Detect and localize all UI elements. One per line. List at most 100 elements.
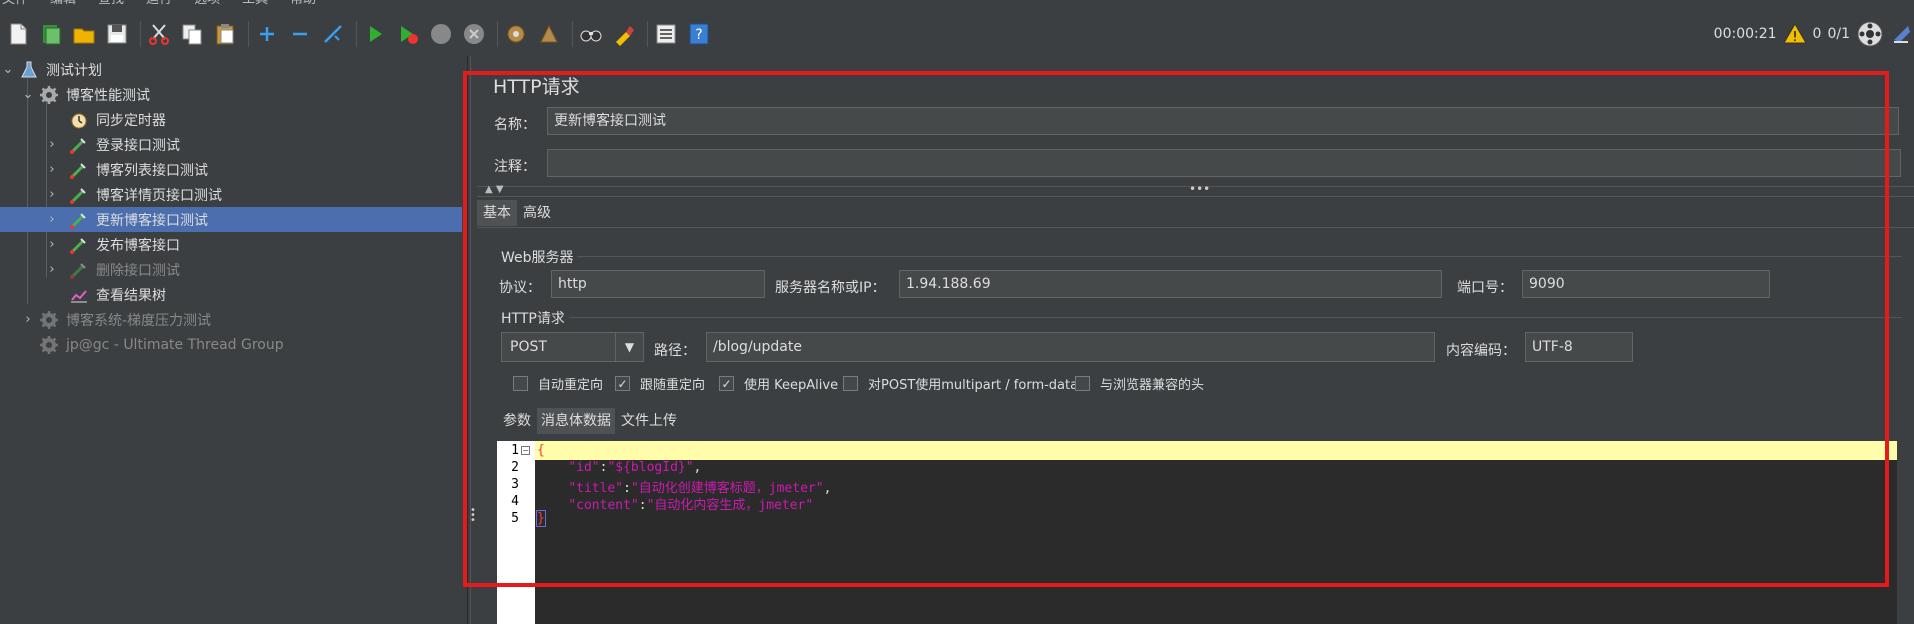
menu-tools[interactable]: 工具 xyxy=(242,0,268,11)
tree-item[interactable]: 同步定时器 xyxy=(0,107,462,132)
collapse-arrows[interactable]: ▲ ▼ xyxy=(485,184,504,195)
checkbox-box[interactable] xyxy=(843,376,858,391)
tree-splitter[interactable] xyxy=(467,56,471,624)
tab-advanced[interactable]: 高级 xyxy=(517,200,557,226)
tree-item[interactable]: › 删除接口测试 xyxy=(0,257,462,282)
tree-item-label: 删除接口测试 xyxy=(96,262,180,279)
sampler-icon xyxy=(68,210,90,230)
tree-item[interactable]: ⌄ 测试计划 xyxy=(0,57,462,82)
chevron-right-icon[interactable]: › xyxy=(44,162,60,177)
protocol-label: 协议： xyxy=(499,280,541,296)
clear-icon[interactable] xyxy=(502,20,530,48)
toolbar-separator xyxy=(248,21,249,47)
menu-file[interactable]: 文件 xyxy=(2,0,28,11)
follow-redirect-checkbox[interactable]: ✓ 跟随重定向 xyxy=(615,374,705,393)
server-field[interactable]: 1.94.188.69 xyxy=(899,270,1442,298)
port-field[interactable]: 9090 xyxy=(1522,270,1770,298)
paste-icon[interactable] xyxy=(211,20,239,48)
fold-toggle-icon[interactable]: − xyxy=(521,446,530,455)
warning-count: 0 xyxy=(1812,26,1822,42)
path-field[interactable]: /blog/update xyxy=(706,332,1435,362)
tab-file-upload[interactable]: 文件上传 xyxy=(617,408,681,434)
checkbox-label: 与浏览器兼容的头 xyxy=(1100,378,1205,393)
comment-field[interactable] xyxy=(547,149,1901,177)
keepalive-checkbox[interactable]: ✓ 使用 KeepAlive xyxy=(719,374,838,393)
tree-item[interactable]: › 登录接口测试 xyxy=(0,132,462,157)
templates-icon[interactable] xyxy=(37,20,65,48)
name-field[interactable]: 更新博客接口测试 xyxy=(547,107,1899,135)
encoding-field[interactable]: UTF-8 xyxy=(1525,332,1633,362)
timer-icon xyxy=(68,110,90,130)
tree-item[interactable]: 查看结果树 xyxy=(0,282,462,307)
tree-item[interactable]: › 发布博客接口 xyxy=(0,232,462,257)
chevron-right-icon[interactable]: › xyxy=(44,237,60,252)
open-icon[interactable] xyxy=(70,20,98,48)
chevron-right-icon[interactable]: › xyxy=(44,212,60,227)
new-icon[interactable] xyxy=(4,20,32,48)
toggle-icon[interactable] xyxy=(319,20,347,48)
menu-edit[interactable]: 编辑 xyxy=(50,0,76,11)
save-icon[interactable] xyxy=(103,20,131,48)
auto-redirect-checkbox[interactable]: 自动重定向 xyxy=(513,374,603,393)
chevron-right-icon[interactable]: › xyxy=(44,262,60,277)
tree-item-label: 博客详情页接口测试 xyxy=(96,187,222,204)
svg-text:!: ! xyxy=(1792,30,1797,45)
chevron-right-icon[interactable]: › xyxy=(44,137,60,152)
tree-item[interactable]: › 博客列表接口测试 xyxy=(0,157,462,182)
tab-basic[interactable]: 基本 xyxy=(477,200,517,226)
help-icon[interactable]: ? xyxy=(685,20,713,48)
menu-options[interactable]: 选项 xyxy=(194,0,220,11)
stop-icon[interactable] xyxy=(427,20,455,48)
method-select[interactable]: POST ▼ xyxy=(501,332,644,362)
divider xyxy=(477,227,1914,228)
server-value: 1.94.188.69 xyxy=(906,276,991,292)
json-comma: , xyxy=(693,460,702,475)
chevron-down-icon[interactable]: ⌄ xyxy=(0,62,16,77)
line-number: 3 xyxy=(511,477,519,492)
menu-help[interactable]: 帮助 xyxy=(290,0,316,11)
clear-all-icon[interactable] xyxy=(535,20,563,48)
search-icon[interactable] xyxy=(577,20,605,48)
reset-search-icon[interactable] xyxy=(610,20,638,48)
start-icon[interactable] xyxy=(361,20,389,48)
tree-item[interactable]: › 博客详情页接口测试 xyxy=(0,182,462,207)
code-line: { xyxy=(537,443,545,458)
menu-run[interactable]: 运行 xyxy=(146,0,172,11)
cut-icon[interactable] xyxy=(145,20,173,48)
body-data-editor[interactable]: 1−{2 "id":"${blogId}", 3 "title":"自动化创建博客… xyxy=(497,441,1905,624)
checkbox-box[interactable] xyxy=(1075,376,1090,391)
chevron-down-icon[interactable]: ▼ xyxy=(615,333,643,361)
menu-search[interactable]: 查找 xyxy=(98,0,124,11)
splitter-handle[interactable]: • • • xyxy=(470,506,476,526)
protocol-field[interactable]: http xyxy=(551,270,765,298)
checkmark-icon[interactable]: ✓ xyxy=(615,376,630,391)
remote-engines-icon[interactable] xyxy=(1856,20,1884,48)
logger-icon[interactable] xyxy=(1890,22,1914,46)
tree-item[interactable]: ⌄ 博客性能测试 xyxy=(0,82,462,107)
tab-body-data[interactable]: 消息体数据 xyxy=(537,408,615,434)
tree-item-label: 登录接口测试 xyxy=(96,137,180,154)
copy-icon[interactable] xyxy=(178,20,206,48)
checkbox-box[interactable] xyxy=(513,376,528,391)
tab-parameters[interactable]: 参数 xyxy=(499,408,535,434)
checkmark-icon[interactable]: ✓ xyxy=(719,376,734,391)
tree-item[interactable]: › 更新博客接口测试 xyxy=(0,207,462,232)
browser-headers-checkbox[interactable]: 与浏览器兼容的头 xyxy=(1075,374,1204,393)
path-label: 路径： xyxy=(654,343,696,359)
editor-scrollbar[interactable] xyxy=(1897,441,1905,624)
shutdown-icon[interactable] xyxy=(460,20,488,48)
tree-item[interactable]: › 博客系统-梯度压力测试 xyxy=(0,307,462,332)
warning-icon[interactable]: ! xyxy=(1782,22,1807,46)
chevron-down-icon[interactable]: ⌄ xyxy=(20,87,36,102)
elapsed-timer: 00:00:21 xyxy=(1713,26,1777,42)
multipart-checkbox[interactable]: 对POST使用multipart / form-data xyxy=(843,374,1078,393)
drag-handle[interactable]: ••• xyxy=(1189,182,1210,196)
expand-icon[interactable] xyxy=(253,20,281,48)
collapse-icon[interactable] xyxy=(286,20,314,48)
function-helper-icon[interactable] xyxy=(652,20,680,48)
tree-item[interactable]: jp@gc - Ultimate Thread Group xyxy=(0,332,462,357)
sampler-icon xyxy=(68,185,90,205)
chevron-right-icon[interactable]: › xyxy=(20,312,36,327)
chevron-right-icon[interactable]: › xyxy=(44,187,60,202)
start-no-pause-icon[interactable] xyxy=(394,20,422,48)
